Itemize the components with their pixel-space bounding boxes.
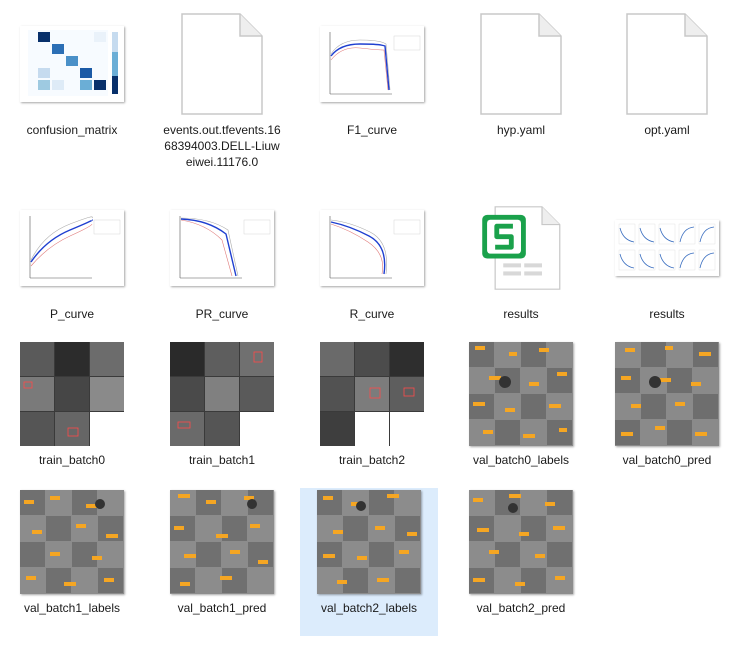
pr-curve-thumbnail (170, 210, 274, 286)
file-name: val_batch2_labels (320, 601, 418, 615)
val-batch-thumbnail (20, 490, 124, 594)
val-batch-thumbnail (170, 490, 274, 594)
file-name: PR_curve (195, 307, 249, 321)
file-name: hyp.yaml (496, 123, 546, 137)
file-name: events.out.tfevents.1668394003.DELL-Liuw… (163, 123, 281, 169)
file-val-batch2-pred[interactable]: val_batch2_pred (461, 488, 581, 634)
confusion-matrix-thumbnail (20, 26, 124, 102)
file-val-batch1-labels[interactable]: val_batch1_labels (12, 488, 132, 634)
val-batch-thumbnail (469, 342, 573, 446)
file-name: results (503, 307, 539, 321)
file-opt-yaml[interactable]: opt.yaml (607, 10, 727, 156)
results-plot-thumbnail (615, 220, 719, 276)
r-curve-thumbnail (320, 210, 424, 286)
val-batch-thumbnail (469, 490, 573, 594)
file-name: val_batch2_pred (476, 601, 566, 615)
file-val-batch0-labels[interactable]: val_batch0_labels (461, 340, 581, 486)
file-name: train_batch2 (338, 453, 406, 467)
blank-document-icon (181, 13, 263, 115)
file-train-batch0[interactable]: train_batch0 (12, 340, 132, 486)
blank-document-icon (626, 13, 708, 115)
file-val-batch2-labels[interactable]: val_batch2_labels (300, 488, 438, 636)
file-name: train_batch0 (38, 453, 106, 467)
file-name: opt.yaml (644, 123, 690, 137)
file-train-batch1[interactable]: train_batch1 (162, 340, 282, 486)
spreadsheet-icon (482, 206, 561, 290)
file-name: confusion_matrix (26, 123, 118, 137)
file-name: results (649, 307, 685, 321)
file-f1-curve[interactable]: F1_curve (312, 10, 432, 156)
file-hyp-yaml[interactable]: hyp.yaml (461, 10, 581, 156)
train-batch-thumbnail (170, 342, 274, 446)
file-r-curve[interactable]: R_curve (312, 194, 432, 340)
train-batch-thumbnail (320, 342, 424, 446)
train-batch-thumbnail (20, 342, 124, 446)
file-val-batch1-pred[interactable]: val_batch1_pred (162, 488, 282, 634)
file-events-tfevents[interactable]: events.out.tfevents.1668394003.DELL-Liuw… (162, 10, 282, 169)
file-val-batch0-pred[interactable]: val_batch0_pred (607, 340, 727, 486)
file-name: val_batch1_pred (177, 601, 267, 615)
file-results-png[interactable]: results (607, 194, 727, 340)
file-confusion-matrix[interactable]: confusion_matrix (12, 10, 132, 156)
f1-curve-thumbnail (320, 26, 424, 102)
file-name: val_batch1_labels (23, 601, 121, 615)
file-train-batch2[interactable]: train_batch2 (312, 340, 432, 486)
file-name: train_batch1 (188, 453, 256, 467)
file-name: R_curve (349, 307, 395, 321)
file-name: val_batch0_labels (472, 453, 570, 467)
file-p-curve[interactable]: P_curve (12, 194, 132, 340)
file-results-csv[interactable]: results (461, 194, 581, 340)
val-batch-thumbnail (615, 342, 719, 446)
file-name: val_batch0_pred (622, 453, 712, 467)
file-pr-curve[interactable]: PR_curve (162, 194, 282, 340)
file-name: F1_curve (346, 123, 398, 137)
blank-document-icon (480, 13, 562, 115)
file-name: P_curve (49, 307, 95, 321)
val-batch-thumbnail (317, 490, 421, 594)
p-curve-thumbnail (20, 210, 124, 286)
